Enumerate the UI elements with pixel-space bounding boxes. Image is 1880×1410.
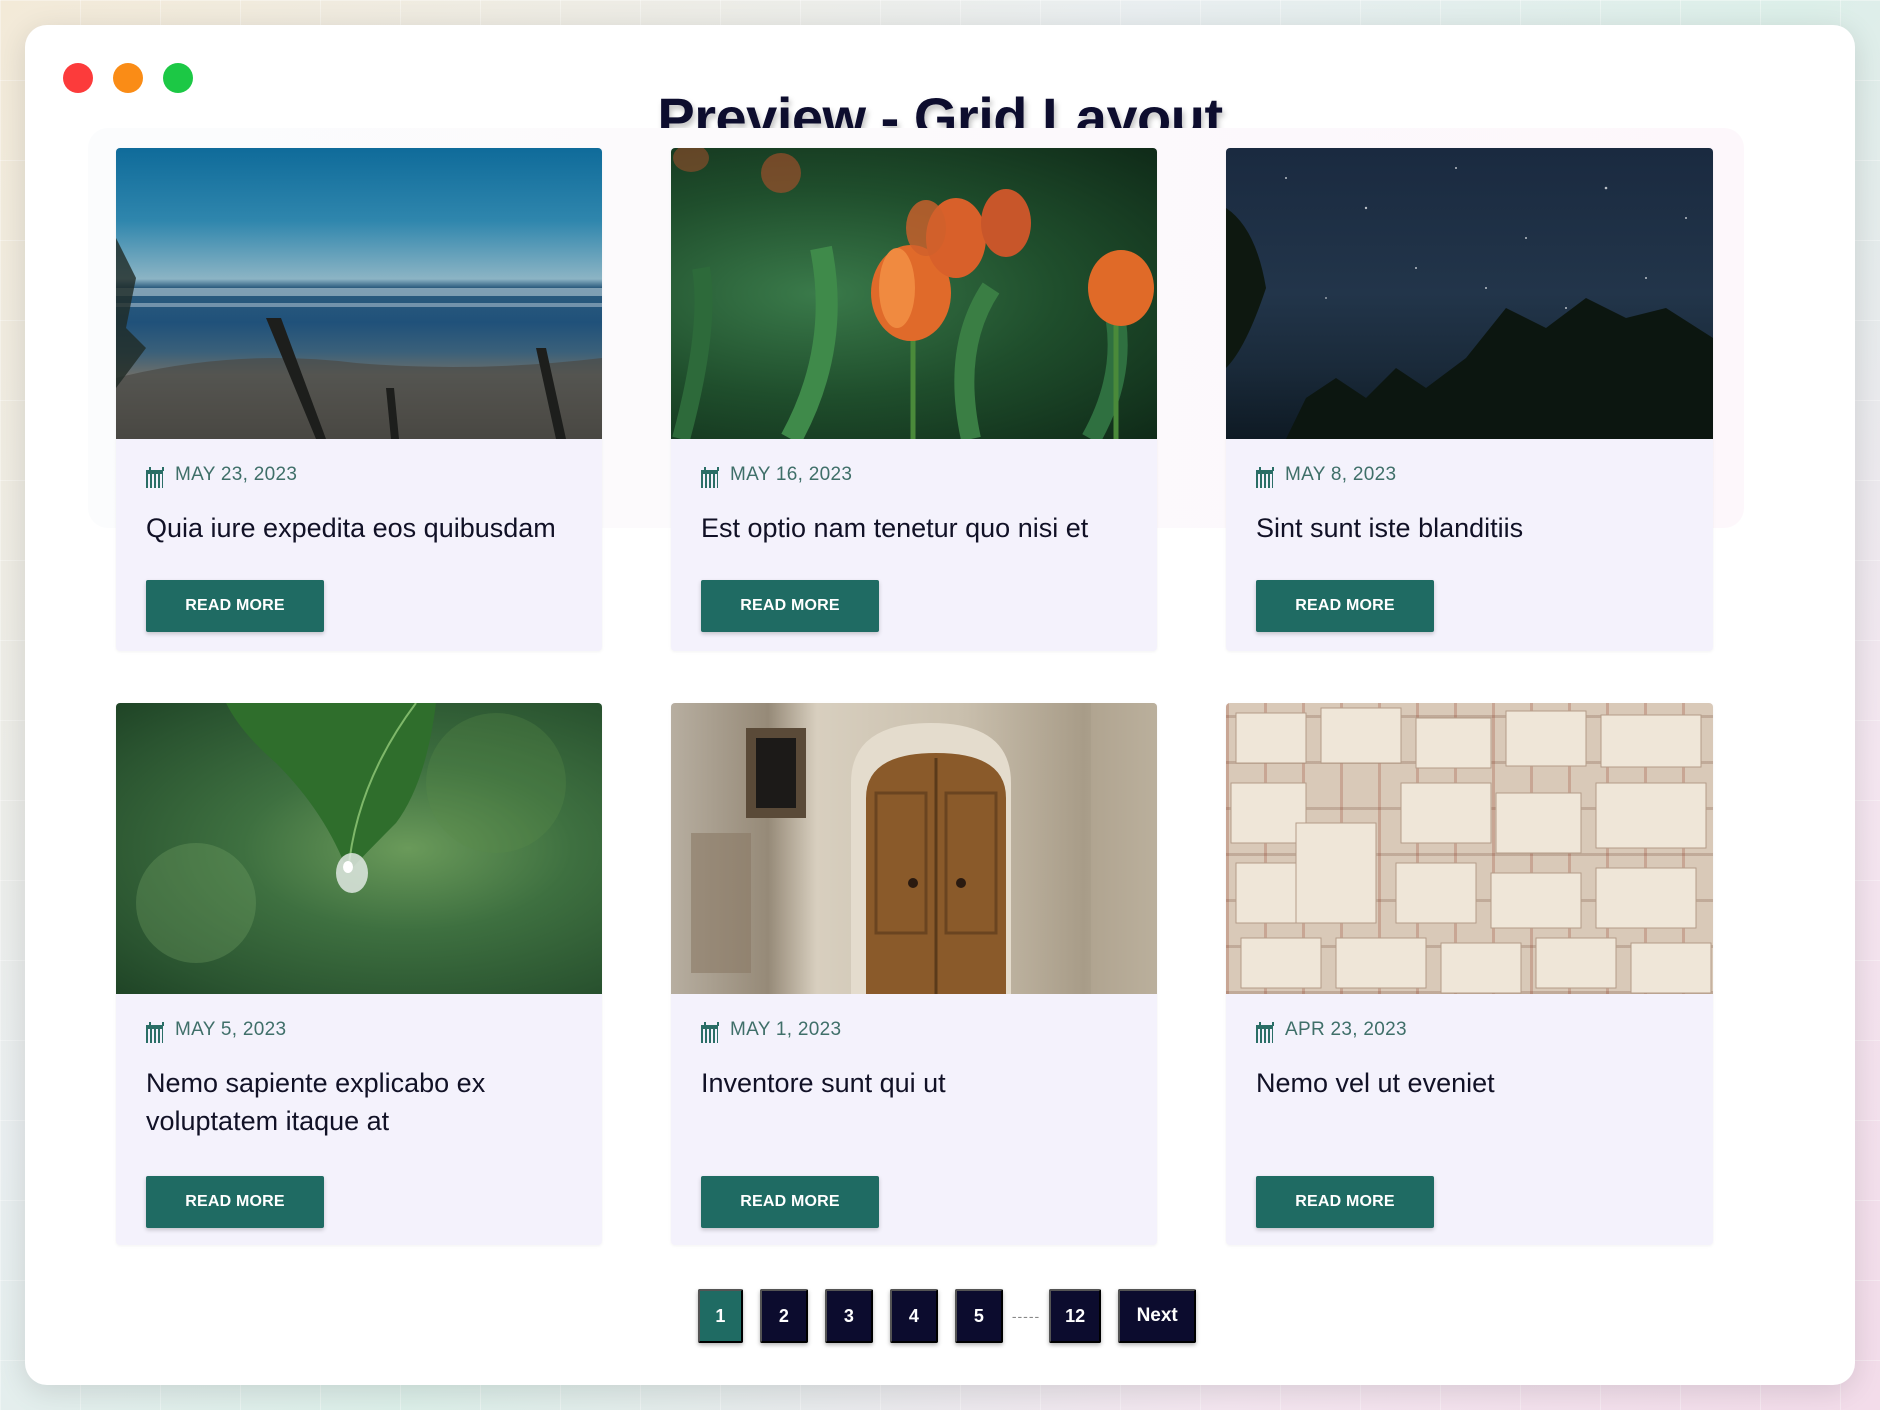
sheet-music-photo (1230, 707, 1712, 994)
post-meta: MAY 5, 2023 (146, 1016, 572, 1044)
pagination-ellipsis: ----- (1011, 1308, 1041, 1324)
post-card: APR 23, 2023 Nemo vel ut eveniet READ MO… (1226, 703, 1713, 1245)
post-title[interactable]: Sint sunt iste blanditiis (1256, 509, 1683, 547)
calendar-icon (146, 466, 164, 488)
page-button-1[interactable]: 1 (697, 1289, 743, 1343)
page-button-4[interactable]: 4 (889, 1289, 938, 1343)
post-title[interactable]: Est optio nam tenetur quo nisi et (701, 509, 1127, 547)
post-meta: MAY 1, 2023 (701, 1016, 1127, 1044)
read-more-button[interactable]: READ MORE (701, 1176, 879, 1228)
read-more-button[interactable]: READ MORE (1256, 1176, 1434, 1228)
post-title[interactable]: Nemo sapiente explicabo ex voluptatem it… (146, 1064, 572, 1140)
post-date: MAY 5, 2023 (175, 1019, 287, 1040)
page-button-last[interactable]: 12 (1049, 1289, 1102, 1343)
post-meta: MAY 23, 2023 (146, 461, 572, 489)
next-page-button[interactable]: Next (1118, 1289, 1197, 1343)
tulips-photo (672, 148, 1154, 439)
post-image[interactable] (116, 703, 602, 994)
post-card: MAY 8, 2023 Sint sunt iste blanditiis RE… (1226, 148, 1713, 651)
post-date: MAY 8, 2023 (1285, 464, 1397, 485)
read-more-button[interactable]: READ MORE (701, 580, 879, 632)
calendar-icon (701, 1021, 719, 1043)
page-button-5[interactable]: 5 (954, 1289, 1003, 1343)
read-more-button[interactable]: READ MORE (146, 1176, 324, 1228)
post-image[interactable] (671, 703, 1157, 994)
leaf-drop-photo (136, 703, 566, 963)
post-image[interactable] (116, 148, 602, 439)
post-card: MAY 23, 2023 Quia iure expedita eos quib… (116, 148, 602, 651)
post-image[interactable] (1226, 703, 1713, 994)
calendar-icon (1256, 466, 1274, 488)
wooden-door-photo (691, 703, 1157, 994)
night-sky-photo (1226, 167, 1713, 439)
post-date: MAY 23, 2023 (175, 464, 298, 485)
post-date: APR 23, 2023 (1285, 1019, 1407, 1040)
page-button-3[interactable]: 3 (824, 1289, 873, 1343)
calendar-icon (701, 466, 719, 488)
post-date: MAY 1, 2023 (730, 1019, 842, 1040)
post-meta: APR 23, 2023 (1256, 1016, 1683, 1044)
post-card: MAY 5, 2023 Nemo sapiente explicabo ex v… (116, 703, 602, 1245)
page-button-2[interactable]: 2 (759, 1289, 808, 1343)
read-more-button[interactable]: READ MORE (1256, 580, 1434, 632)
post-grid: MAY 23, 2023 Quia iure expedita eos quib… (116, 148, 1738, 1245)
read-more-button[interactable]: READ MORE (146, 580, 324, 632)
post-date: MAY 16, 2023 (730, 464, 853, 485)
calendar-icon (146, 1021, 164, 1043)
post-card: MAY 1, 2023 Inventore sunt qui ut READ M… (671, 703, 1157, 1245)
post-title[interactable]: Quia iure expedita eos quibusdam (146, 509, 572, 547)
beach-photo (116, 238, 602, 439)
calendar-icon (1256, 1021, 1274, 1043)
pagination: 1 2 3 4 5 ----- 12 Next (0, 1289, 1880, 1343)
post-card: MAY 16, 2023 Est optio nam tenetur quo n… (671, 148, 1157, 651)
post-title[interactable]: Nemo vel ut eveniet (1256, 1064, 1683, 1140)
post-meta: MAY 8, 2023 (1256, 461, 1683, 489)
post-image[interactable] (1226, 148, 1713, 439)
post-image[interactable] (671, 148, 1157, 439)
post-title[interactable]: Inventore sunt qui ut (701, 1064, 1127, 1140)
post-meta: MAY 16, 2023 (701, 461, 1127, 489)
